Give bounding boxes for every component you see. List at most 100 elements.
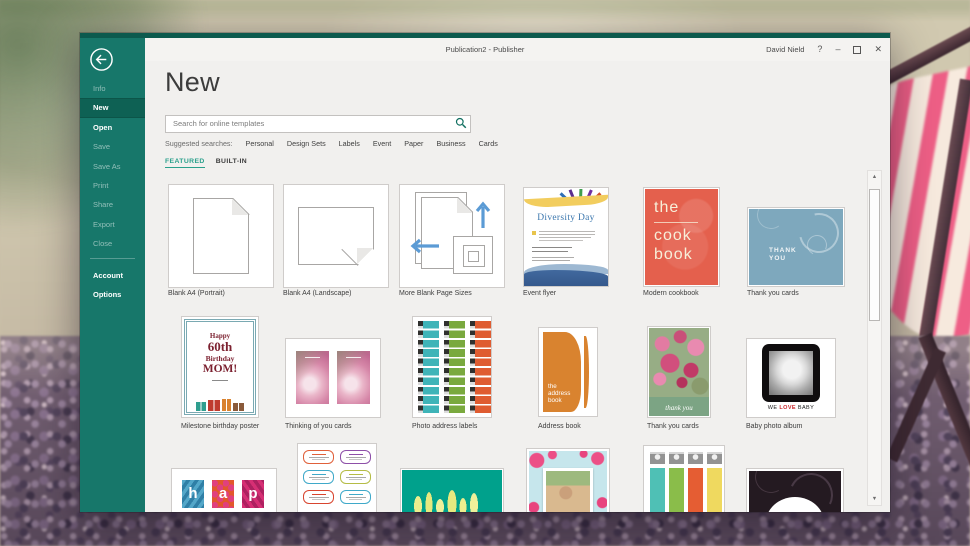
sidebar-item-export[interactable]: Export (80, 215, 145, 234)
template-tile-address-book[interactable]: the address book (538, 327, 598, 417)
template-tile-gift-labels[interactable] (297, 443, 377, 512)
banner-letter-a: a (219, 485, 227, 502)
template-tile-kid-photo-card[interactable] (526, 448, 610, 512)
size-box-innermost (468, 251, 479, 262)
swirl-decoration (751, 471, 790, 497)
template-label: Modern cookbook (643, 290, 699, 297)
template-tile-blank-a4-landscape[interactable] (283, 184, 389, 288)
template-tile-photo-address-labels[interactable] (412, 316, 492, 418)
scroll-down-arrow[interactable]: ▼ (868, 493, 881, 505)
template-label: Event flyer (523, 290, 556, 297)
template-tile-dark-swirl-card[interactable] (746, 468, 844, 512)
size-box-inner (463, 245, 485, 267)
publisher-window: Publication2 - Publisher David Nield ? –… (80, 33, 890, 512)
photo-card-scene (529, 451, 607, 512)
blank-portrait-page (193, 198, 249, 274)
sidebar-item-share[interactable]: Share (80, 195, 145, 214)
template-tile-milestone-birthday-poster[interactable]: Happy 60th Birthday MOM! (181, 316, 259, 418)
template-label: Blank A4 (Portrait) (168, 290, 225, 297)
template-tile-thank-you-cards-pink[interactable]: thank you (647, 326, 711, 418)
blank-landscape-page (298, 207, 374, 265)
minimize-icon[interactable]: – (835, 45, 840, 54)
template-list-scrollbar[interactable]: ▲ ▼ (867, 170, 882, 506)
blossom-photo: thank you (649, 328, 709, 416)
tab-built-in[interactable]: BUILT-IN (216, 158, 247, 168)
template-label: Blank A4 (Landscape) (283, 290, 352, 297)
label-column-teal (418, 321, 439, 413)
flower-card-script-line (346, 357, 361, 358)
template-tile-thank-you-cards-blue[interactable]: THANK YOU (747, 207, 845, 287)
signed-in-user[interactable]: David Nield (766, 45, 804, 54)
template-label: Thank you cards (747, 290, 799, 297)
template-tile-modern-cookbook[interactable]: the cook book (643, 187, 720, 287)
scrollbar-thumb[interactable] (869, 189, 880, 321)
close-icon[interactable]: ✕ (874, 45, 882, 54)
maximize-icon[interactable] (853, 46, 861, 54)
sidebar-item-info[interactable]: Info (80, 79, 145, 98)
banner-letter-block-a: a (212, 480, 234, 508)
suggested-search-personal[interactable]: Personal (246, 139, 274, 148)
template-tile-more-blank-page-sizes[interactable] (399, 184, 505, 288)
size-box-outer (453, 236, 493, 274)
gift-label (340, 450, 371, 464)
template-tile-photo-bookmarks[interactable] (643, 445, 725, 512)
bookmark-green (669, 452, 684, 512)
sidebar-item-open[interactable]: Open (80, 118, 145, 137)
sidebar-item-new[interactable]: New (80, 98, 145, 117)
suggested-search-paper[interactable]: Paper (404, 139, 423, 148)
template-tile-thinking-of-you-cards[interactable] (285, 338, 381, 418)
template-label: More Blank Page Sizes (399, 290, 472, 297)
flyer-title: Diversity Day (523, 213, 609, 223)
tab-featured[interactable]: FEATURED (165, 158, 205, 168)
template-tile-teal-card[interactable] (400, 468, 504, 512)
flower-card-photo (337, 351, 370, 404)
sidebar-item-save-as[interactable]: Save As (80, 157, 145, 176)
page-title: New (165, 67, 220, 98)
suggested-search-business[interactable]: Business (436, 139, 465, 148)
gift-box (233, 403, 244, 411)
sidebar-item-print[interactable]: Print (80, 176, 145, 195)
cookbook-line-the: the (654, 199, 679, 217)
help-icon[interactable]: ? (817, 45, 822, 54)
banner-letter-block-p: p (242, 480, 264, 508)
template-tile-blank-a4-portrait[interactable] (168, 184, 274, 288)
gift-box (208, 400, 220, 411)
sidebar-item-options[interactable]: Options (80, 285, 145, 304)
template-tile-birthday-banner[interactable]: h a p (171, 468, 277, 512)
thank-you-script: thank you (665, 404, 692, 412)
backstage-sidebar: Info New Open Save Save As Print Share E… (80, 38, 145, 512)
template-tile-baby-photo-album[interactable]: WE LOVE BABY (746, 338, 836, 418)
flyer-text-line (532, 257, 574, 258)
address-book-line-address: address (548, 390, 570, 397)
thank-you-text-1: THANK (769, 247, 797, 255)
sidebar-item-save[interactable]: Save (80, 137, 145, 156)
poster-subtext-line (212, 380, 228, 381)
swirl-decoration (755, 209, 787, 231)
suggested-search-design-sets[interactable]: Design Sets (287, 139, 326, 148)
cookbook-line-book: book (654, 246, 693, 264)
back-button[interactable] (89, 47, 114, 72)
suggested-search-cards[interactable]: Cards (479, 139, 498, 148)
template-label: Thinking of you cards (285, 423, 352, 430)
template-tile-event-flyer[interactable]: Diversity Day (523, 187, 609, 287)
banner-letter-block-h: h (182, 480, 204, 508)
search-button[interactable] (455, 116, 467, 128)
album-black-frame (762, 344, 820, 402)
search-icon (455, 117, 467, 129)
template-label: Address book (538, 423, 581, 430)
bookmark-yellow (707, 452, 722, 512)
flyer-text-line (532, 251, 568, 252)
teal-card-face (402, 470, 502, 512)
search-input[interactable] (165, 115, 471, 133)
bookmark-teal (650, 452, 665, 512)
suggested-search-labels[interactable]: Labels (339, 139, 360, 148)
poster-line-60th: 60th (189, 340, 251, 354)
sidebar-item-close[interactable]: Close (80, 234, 145, 253)
back-arrow-icon (89, 47, 114, 72)
flyer-text-line (539, 240, 583, 241)
sidebar-item-account[interactable]: Account (80, 266, 145, 285)
cookbook-subtitle-line (654, 222, 698, 223)
cookbook-cover: the cook book (645, 189, 718, 285)
scroll-up-arrow[interactable]: ▲ (868, 171, 881, 183)
suggested-search-event[interactable]: Event (373, 139, 391, 148)
